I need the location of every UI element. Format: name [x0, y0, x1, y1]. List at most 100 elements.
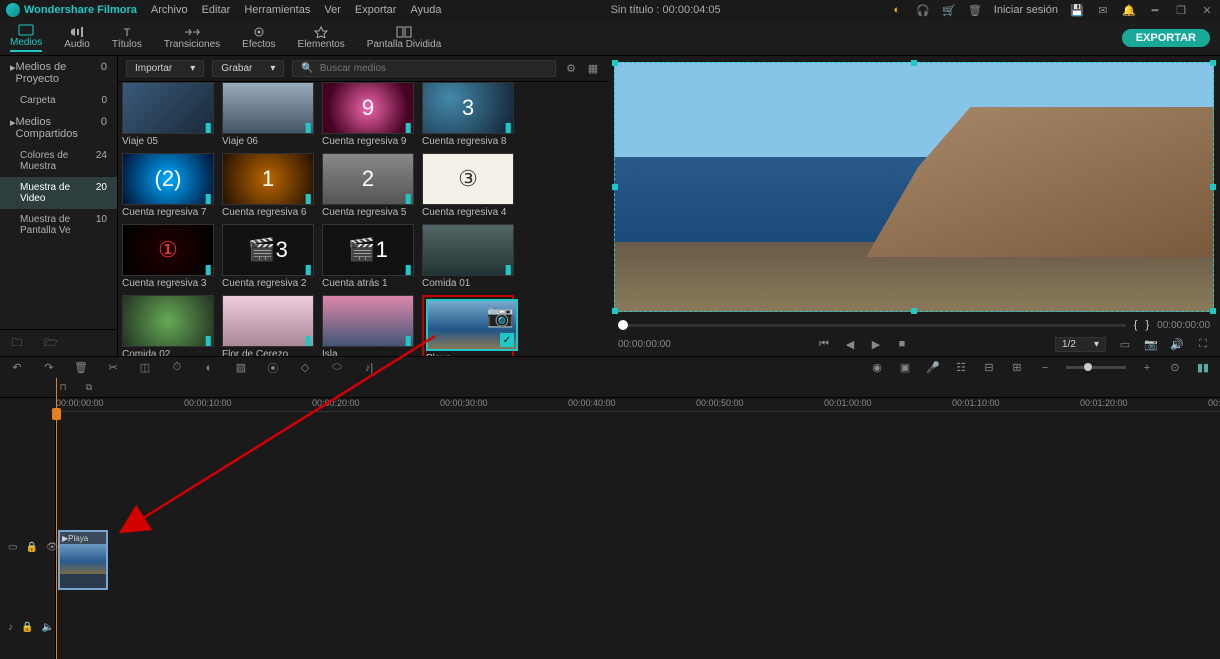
zoom-out-icon[interactable]: − [1038, 361, 1052, 375]
zoom-fit-icon[interactable]: ⊙ [1168, 361, 1182, 375]
media-card[interactable]: 🎬3⬇Cuenta regresiva 2 [222, 224, 314, 289]
download-icon[interactable]: ⬇ [499, 119, 511, 131]
quality-icon[interactable]: ▭ [1118, 337, 1132, 351]
lock-icon[interactable]: 🔒 [25, 542, 37, 553]
snapshot-icon[interactable]: 📷 [1144, 337, 1158, 351]
redo-icon[interactable]: ↷ [42, 361, 56, 375]
media-card[interactable]: ⬇Viaje 05 [122, 82, 214, 147]
magnet-icon[interactable]: ⊓ [56, 381, 70, 395]
link-icon[interactable]: ⧉ [82, 381, 96, 395]
lock2-icon[interactable]: 🔒 [21, 622, 33, 633]
headset-icon[interactable]: 🎧 [916, 3, 930, 17]
media-card[interactable]: ①⬇Cuenta regresiva 3 [122, 224, 214, 289]
search-box[interactable]: 🔍 [292, 60, 556, 77]
keyframe-icon[interactable]: ◇ [298, 361, 312, 375]
tab-transitions[interactable]: Transiciones [164, 26, 220, 50]
delete-icon[interactable]: 🗑 [74, 361, 88, 375]
prev-frame-icon[interactable]: ⏮ [817, 337, 831, 351]
sidebar-item[interactable]: ▸ Medios de Proyecto0 [0, 56, 117, 90]
download-icon[interactable]: ⬇ [299, 190, 311, 202]
speed-icon[interactable]: ⏱ [170, 361, 184, 375]
media-card[interactable]: ⬇Comida 01 [422, 224, 514, 289]
mark-in-icon[interactable]: { [1134, 319, 1138, 331]
folder-icon[interactable]: 🗁 [44, 336, 58, 350]
record-dropdown[interactable]: Grabar▾ [212, 60, 284, 77]
download-icon[interactable]: ⬇ [199, 261, 211, 273]
tab-elements[interactable]: Elementos [298, 26, 345, 50]
audio-track-icon[interactable]: ♪ [8, 622, 13, 633]
tracking-icon[interactable]: ⦿ [266, 361, 280, 375]
menu-edit[interactable]: Editar [202, 4, 231, 16]
tab-titles[interactable]: TTítulos [112, 26, 142, 50]
sidebar-item[interactable]: Muestra de Pantalla Ve10 [0, 209, 117, 241]
download-icon[interactable]: ⬇ [299, 332, 311, 344]
mask-icon[interactable]: ⬭ [330, 361, 344, 375]
download-icon[interactable]: ⬇ [299, 261, 311, 273]
download-icon[interactable]: ⬇ [499, 261, 511, 273]
new-folder-icon[interactable]: 🗀 [10, 336, 24, 350]
timeline-clip[interactable]: ▶ Playa [58, 530, 108, 590]
media-card[interactable]: ③Cuenta regresiva 4 [422, 153, 514, 218]
zoom-slider[interactable] [1066, 366, 1126, 369]
close-icon[interactable]: ✕ [1200, 3, 1214, 17]
maximize-icon[interactable]: ❐ [1174, 3, 1188, 17]
filter-icon[interactable]: ⚙ [564, 62, 578, 76]
undo-icon[interactable]: ↶ [10, 361, 24, 375]
download-icon[interactable]: ⬇ [199, 119, 211, 131]
menu-tools[interactable]: Herramientas [244, 4, 310, 16]
play-icon[interactable]: ▶ [869, 337, 883, 351]
media-card[interactable]: 🎬1⬇Cuenta atrás 1 [322, 224, 414, 289]
ruler[interactable]: 00:00:00:0000:00:10:0000:00:20:0000:00:3… [56, 398, 1220, 412]
login-link[interactable]: Iniciar sesión [994, 4, 1058, 16]
sidebar-item[interactable]: Muestra de Video20 [0, 177, 117, 209]
mark-out-icon[interactable]: } [1145, 319, 1149, 331]
mail-icon[interactable]: ✉ [1096, 3, 1110, 17]
toggle1-icon[interactable]: ⊟ [982, 361, 996, 375]
video-track-icon[interactable]: ▭ [8, 542, 17, 553]
preview-canvas[interactable] [614, 62, 1214, 312]
selection-border[interactable] [614, 62, 1214, 312]
export-button[interactable]: EXPORTAR [1122, 29, 1210, 47]
stop-icon[interactable]: ■ [895, 337, 909, 351]
greenscreen-icon[interactable]: ▧ [234, 361, 248, 375]
tab-media[interactable]: Medios [10, 24, 42, 52]
grid-icon[interactable]: ▦ [586, 62, 600, 76]
tab-effects[interactable]: Efectos [242, 26, 275, 50]
scrubber[interactable] [618, 324, 1126, 327]
minimize-icon[interactable]: ━ [1148, 3, 1162, 17]
search-input[interactable] [320, 63, 547, 74]
tab-audio[interactable]: Audio [64, 26, 90, 50]
media-card[interactable]: ✓📷Playa [422, 295, 514, 356]
marker-icon[interactable]: ◉ [870, 361, 884, 375]
download-icon[interactable]: ⬇ [399, 190, 411, 202]
volume-icon[interactable]: 🔊 [1170, 337, 1184, 351]
download-icon[interactable]: ⬇ [299, 119, 311, 131]
sidebar-item[interactable]: ▸ Medios Compartidos0 [0, 111, 117, 145]
media-card[interactable]: ⬇Viaje 06 [222, 82, 314, 147]
tab-split[interactable]: Pantalla Dividida [367, 26, 442, 50]
color-icon[interactable]: ◐ [202, 361, 216, 375]
audio-sep-icon[interactable]: ♪| [362, 361, 376, 375]
media-card[interactable]: 1⬇Cuenta regresiva 6 [222, 153, 314, 218]
cut-icon[interactable]: ✂ [106, 361, 120, 375]
download-icon[interactable]: ⬇ [399, 261, 411, 273]
download-icon[interactable]: ⬇ [199, 332, 211, 344]
zoom-in-icon[interactable]: + [1140, 361, 1154, 375]
download-icon[interactable]: ⬇ [399, 332, 411, 344]
crop-icon[interactable]: ◫ [138, 361, 152, 375]
menu-help[interactable]: Ayuda [410, 4, 441, 16]
menu-view[interactable]: Ver [324, 4, 341, 16]
media-card[interactable]: 9⬇Cuenta regresiva 9 [322, 82, 414, 147]
trash-icon[interactable]: 🗑 [968, 3, 982, 17]
import-dropdown[interactable]: Importar▾ [126, 60, 204, 77]
toggle2-icon[interactable]: ⊞ [1010, 361, 1024, 375]
menu-file[interactable]: Archivo [151, 4, 188, 16]
panel-toggle-icon[interactable]: ▮▮ [1196, 361, 1210, 375]
cart-icon[interactable]: 🛒 [942, 3, 956, 17]
notify-icon[interactable]: 🔔 [1122, 3, 1136, 17]
render-icon[interactable]: ▣ [898, 361, 912, 375]
media-card[interactable]: ⬇Flor de Cerezo [222, 295, 314, 356]
fullscreen-icon[interactable]: ⛶ [1196, 337, 1210, 351]
zoom-dropdown[interactable]: 1/2 ▾ [1055, 337, 1106, 352]
download-icon[interactable]: ⬇ [399, 119, 411, 131]
